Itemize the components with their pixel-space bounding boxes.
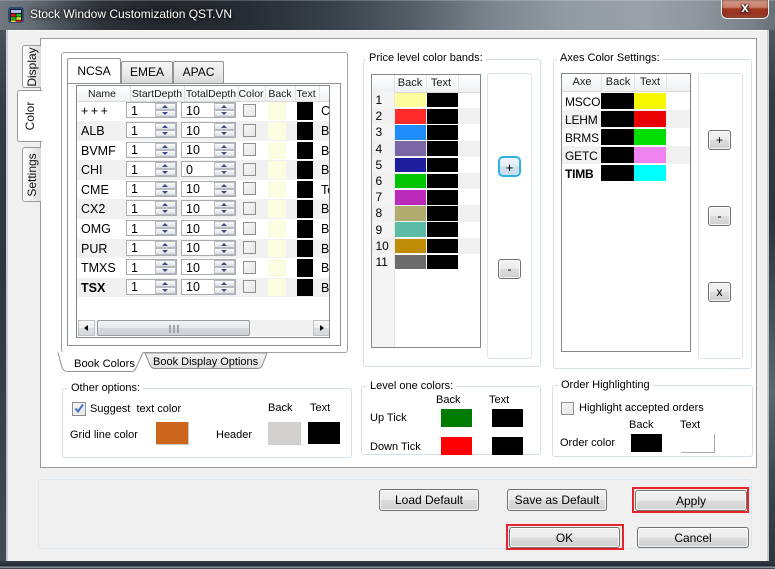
svg-text:Book Colors: Book Colors bbox=[74, 358, 135, 370]
svg-text:Book Display Options: Book Display Options bbox=[153, 356, 259, 368]
